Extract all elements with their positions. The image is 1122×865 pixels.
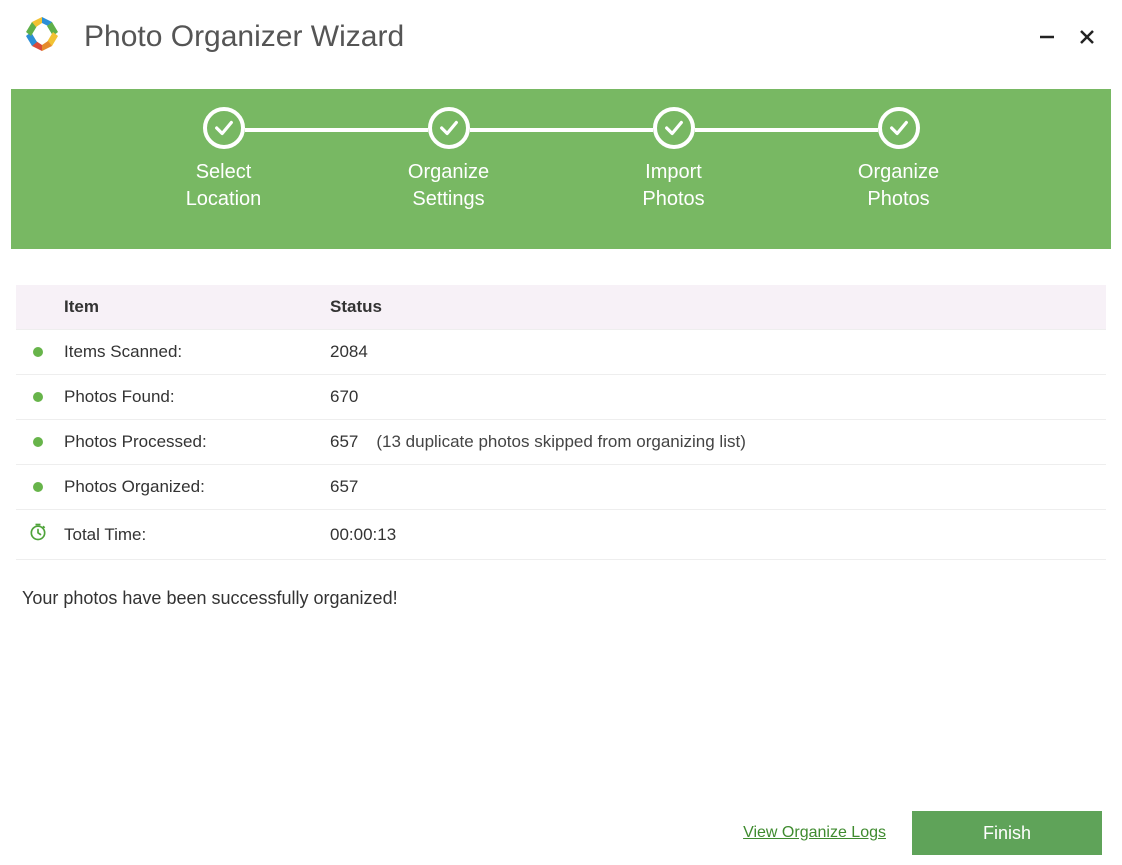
- app-title: Photo Organizer Wizard: [84, 20, 404, 54]
- step-checkmark-icon: [878, 107, 920, 149]
- clock-icon: [28, 522, 48, 542]
- minimize-button[interactable]: [1030, 22, 1064, 52]
- view-logs-link[interactable]: View Organize Logs: [743, 824, 886, 842]
- table-row: Photos Organized: 657: [16, 465, 1106, 510]
- row-value: 00:00:13: [320, 510, 1106, 560]
- bullet-icon: [33, 347, 43, 357]
- step-organize-photos: OrganizePhotos: [786, 107, 1011, 213]
- row-value-text: 2084: [330, 342, 368, 361]
- row-value-text: 670: [330, 387, 358, 406]
- table-header-item: Item: [60, 285, 320, 330]
- results-table: Item Status Items Scanned: 2084 Photos Fou…: [16, 285, 1106, 560]
- row-value: 657 (13 duplicate photos skipped from org…: [320, 420, 1106, 465]
- table-header-row: Item Status: [16, 285, 1106, 330]
- bullet-icon-cell: [16, 420, 60, 465]
- footer: View Organize Logs Finish: [743, 811, 1102, 855]
- step-label: OrganizeSettings: [408, 159, 489, 213]
- minimize-icon: [1037, 27, 1057, 47]
- close-icon: [1077, 27, 1097, 47]
- table-row: Items Scanned: 2084: [16, 330, 1106, 375]
- bullet-icon-cell: [16, 375, 60, 420]
- results-panel: Item Status Items Scanned: 2084 Photos Fou…: [16, 285, 1106, 609]
- step-select-location: SelectLocation: [111, 107, 336, 213]
- titlebar: Photo Organizer Wizard: [0, 0, 1122, 69]
- bullet-icon-cell: [16, 330, 60, 375]
- step-checkmark-icon: [653, 107, 695, 149]
- row-note: (13 duplicate photos skipped from organi…: [376, 432, 745, 451]
- row-label: Photos Processed:: [60, 420, 320, 465]
- table-row: Photos Processed: 657 (13 duplicate photos…: [16, 420, 1106, 465]
- row-value-text: 657: [330, 477, 358, 496]
- row-value: 2084: [320, 330, 1106, 375]
- row-label: Photos Organized:: [60, 465, 320, 510]
- bullet-icon: [33, 437, 43, 447]
- step-label: SelectLocation: [186, 159, 262, 213]
- step-label: OrganizePhotos: [858, 159, 939, 213]
- bullet-icon: [33, 392, 43, 402]
- row-label: Photos Found:: [60, 375, 320, 420]
- step-label: ImportPhotos: [642, 159, 704, 213]
- row-value: 657: [320, 465, 1106, 510]
- table-row: Total Time: 00:00:13: [16, 510, 1106, 560]
- row-value-text: 00:00:13: [330, 525, 396, 544]
- table-header-status: Status: [320, 285, 1106, 330]
- row-value: 670: [320, 375, 1106, 420]
- clock-icon-cell: [16, 510, 60, 560]
- bullet-icon-cell: [16, 465, 60, 510]
- table-row: Photos Found: 670: [16, 375, 1106, 420]
- success-message: Your photos have been successfully organ…: [16, 588, 1106, 609]
- titlebar-left: Photo Organizer Wizard: [22, 14, 404, 59]
- step-import-photos: ImportPhotos: [561, 107, 786, 213]
- step-checkmark-icon: [203, 107, 245, 149]
- finish-button[interactable]: Finish: [912, 811, 1102, 855]
- step-organize-settings: OrganizeSettings: [336, 107, 561, 213]
- row-label: Total Time:: [60, 510, 320, 560]
- row-value-text: 657: [330, 432, 358, 451]
- wizard-stepper: SelectLocation OrganizeSettings ImportPh…: [11, 89, 1111, 249]
- window-controls: [1030, 22, 1104, 52]
- step-checkmark-icon: [428, 107, 470, 149]
- row-label: Items Scanned:: [60, 330, 320, 375]
- close-button[interactable]: [1070, 22, 1104, 52]
- app-logo-icon: [22, 14, 62, 59]
- bullet-icon: [33, 482, 43, 492]
- table-header-empty: [16, 285, 60, 330]
